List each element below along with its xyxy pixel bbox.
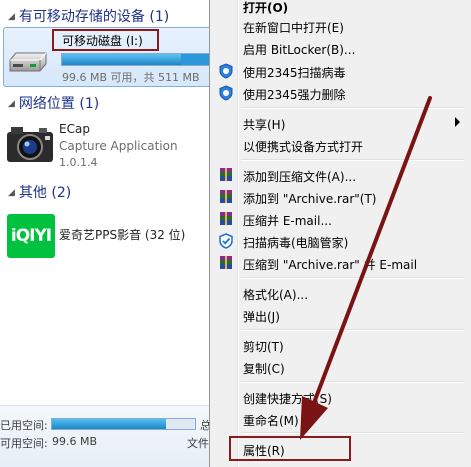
used-space-bar	[51, 418, 196, 430]
menu-separator	[241, 381, 464, 383]
winrar-icon	[220, 168, 232, 181]
collapse-arrow-icon[interactable]: ◢	[8, 12, 15, 22]
menu-item-label: 添加到压缩文件(A)...	[243, 170, 357, 184]
network-location-item[interactable]: ECap Capture Application 1.0.1.4	[3, 118, 209, 174]
drive-name-label: 可移动磁盘 (I:)	[62, 34, 143, 48]
menu-item-label: 在新窗口中打开(E)	[243, 21, 344, 35]
menu-item-label: 剪切(T)	[243, 340, 284, 354]
group-header-network[interactable]: ◢ 网络位置 (1)	[8, 93, 99, 113]
free-space-label: 可用空间:	[0, 437, 48, 450]
menu-item-label: 弹出(J)	[243, 310, 280, 324]
menu-item-open-new-window[interactable]: 在新窗口中打开(E)	[214, 16, 464, 36]
used-space-fill	[52, 419, 167, 429]
ecap-name: ECap	[59, 122, 90, 136]
menu-separator	[241, 159, 464, 161]
ecap-version: 1.0.1.4	[59, 156, 98, 169]
menu-item-cut[interactable]: 剪切(T)	[214, 335, 464, 355]
menu-item-label: 使用2345扫描病毒	[243, 66, 346, 80]
menu-item-portable-device[interactable]: 以便携式设备方式打开	[214, 135, 464, 155]
shield-2345-icon	[219, 63, 233, 79]
menu-item-eject[interactable]: 弹出(J)	[214, 305, 464, 325]
menu-item-label: 压缩到 "Archive.rar" 并 E-mail	[243, 258, 418, 272]
drive-space-text: 99.6 MB 可用，共 511 MB	[62, 71, 200, 84]
group-title: 其他 (2)	[18, 185, 72, 201]
menu-item-add-archive[interactable]: 添加到压缩文件(A)...	[214, 165, 464, 185]
explorer-content-pane: ◢ 有可移动存储的设备 (1) 可移动磁盘 (I:) 99.6 MB 可用，共 5…	[0, 0, 209, 467]
menu-item-label: 属性(R)	[243, 444, 285, 458]
winrar-icon	[220, 212, 232, 225]
menu-item-label: 扫描病毒(电脑管家)	[243, 236, 349, 250]
shield-2345-icon	[219, 85, 233, 101]
pc-manager-icon	[219, 233, 233, 249]
usb-drive-icon	[9, 52, 47, 72]
winrar-icon	[220, 256, 232, 269]
menu-item-label: 启用 BitLocker(B)...	[243, 43, 356, 57]
menu-item-label: 使用2345强力删除	[243, 88, 346, 102]
menu-item-open[interactable]: 打开(O)	[214, 0, 464, 16]
menu-item-2345-delete[interactable]: 使用2345强力删除	[214, 83, 464, 103]
removable-drive-item[interactable]: 可移动磁盘 (I:) 99.6 MB 可用，共 511 MB	[3, 27, 209, 87]
drive-capacity-bar	[61, 53, 209, 66]
file-system-label: 文件	[187, 437, 209, 450]
collapse-arrow-icon[interactable]: ◢	[8, 99, 15, 109]
menu-separator	[241, 107, 464, 109]
menu-item-2345-scan[interactable]: 使用2345扫描病毒	[214, 61, 464, 81]
menu-item-copy[interactable]: 复制(C)	[214, 357, 464, 377]
ecap-description: Capture Application	[59, 139, 178, 153]
winrar-icon	[220, 190, 232, 203]
menu-item-share[interactable]: 共享(H)	[214, 113, 464, 133]
iqiyi-logo-icon: iQIYI	[7, 214, 55, 258]
menu-item-label: 共享(H)	[243, 118, 286, 132]
menu-separator	[241, 277, 464, 279]
menu-item-add-archive-rar[interactable]: 添加到 "Archive.rar"(T)	[214, 187, 464, 207]
details-pane: 已用空间: 总 可用空间: 99.6 MB 文件	[0, 405, 209, 467]
menu-item-pc-manager-scan[interactable]: 扫描病毒(电脑管家)	[214, 231, 464, 251]
iqiyi-item[interactable]: iQIYI 爱奇艺PPS影音 (32 位)	[3, 210, 209, 260]
menu-item-bitlocker[interactable]: 启用 BitLocker(B)...	[214, 38, 464, 58]
group-header-other[interactable]: ◢ 其他 (2)	[8, 182, 71, 202]
used-space-label: 已用空间:	[0, 419, 48, 432]
menu-item-format[interactable]: 格式化(A)...	[214, 283, 464, 303]
context-menu: 打开(O) 在新窗口中打开(E) 启用 BitLocker(B)... 使用23…	[209, 0, 471, 467]
menu-item-properties[interactable]: 属性(R)	[214, 439, 464, 459]
menu-item-label: 格式化(A)...	[243, 288, 309, 302]
free-space-value: 99.6 MB	[52, 435, 98, 448]
menu-item-label: 重命名(M)	[243, 414, 299, 428]
group-header-removable[interactable]: ◢ 有可移动存储的设备 (1)	[8, 6, 169, 26]
menu-item-label: 添加到 "Archive.rar"(T)	[243, 192, 377, 206]
menu-item-create-shortcut[interactable]: 创建快捷方式(S)	[214, 387, 464, 407]
menu-item-compress-rar-email[interactable]: 压缩到 "Archive.rar" 并 E-mail	[214, 253, 464, 273]
group-title: 有可移动存储的设备 (1)	[18, 9, 170, 25]
menu-separator	[241, 329, 464, 331]
drive-capacity-fill	[62, 54, 182, 65]
menu-item-rename[interactable]: 重命名(M)	[214, 409, 464, 429]
collapse-arrow-icon[interactable]: ◢	[8, 188, 15, 198]
menu-item-label: 打开(O)	[243, 1, 289, 15]
menu-separator	[241, 432, 464, 434]
menu-item-label: 压缩并 E-mail...	[243, 214, 332, 228]
menu-item-compress-email[interactable]: 压缩并 E-mail...	[214, 209, 464, 229]
menu-item-label: 以便携式设备方式打开	[243, 140, 364, 154]
camera-icon	[7, 127, 53, 162]
menu-item-label: 创建快捷方式(S)	[243, 392, 332, 406]
menu-item-label: 复制(C)	[243, 362, 285, 376]
submenu-arrow-icon	[455, 117, 460, 127]
iqiyi-name: 爱奇艺PPS影音 (32 位)	[59, 228, 186, 242]
total-size-label: 总	[200, 419, 209, 432]
group-title: 网络位置 (1)	[18, 96, 100, 112]
